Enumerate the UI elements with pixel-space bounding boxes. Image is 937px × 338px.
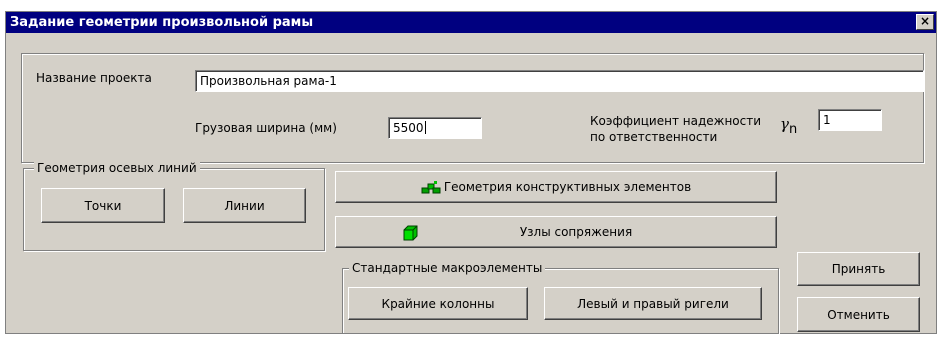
close-icon: × <box>919 14 931 28</box>
geometry-elements-label: Геометрия конструктивных элементов <box>443 180 692 194</box>
project-name-input[interactable]: Произвольная рама-1 <box>195 70 924 92</box>
lines-button[interactable]: Линии <box>183 188 306 223</box>
text-caret <box>424 121 426 134</box>
geometry-elements-button[interactable]: Геометрия конструктивных элементов <box>335 171 777 203</box>
reliability-label-line2: по ответственности <box>590 130 718 144</box>
title-bar: Задание геометрии произвольной рамы × <box>6 12 936 33</box>
close-button[interactable]: × <box>916 14 934 30</box>
accept-button[interactable]: Принять <box>797 252 920 286</box>
macro-group-title: Стандартные макроэлементы <box>349 261 546 275</box>
outer-columns-button[interactable]: Крайние колонны <box>348 287 528 320</box>
reliability-label-line1: Коэффициент надежности <box>590 114 762 128</box>
points-button[interactable]: Точки <box>41 188 165 223</box>
load-width-input[interactable]: 5500 <box>388 117 482 139</box>
nodes-label: Узлы сопряжения <box>519 225 633 239</box>
load-width-value: 5500 <box>393 121 424 135</box>
axes-group-title: Геометрия осевых линий <box>34 161 200 175</box>
load-width-label: Грузовая ширина (мм) <box>195 121 337 135</box>
reliability-input[interactable]: 1 <box>818 109 882 131</box>
nodes-button[interactable]: Узлы сопряжения <box>335 216 777 248</box>
gamma-subscript: n <box>788 122 798 137</box>
gamma-letter: γ <box>780 115 789 133</box>
structure-icon <box>421 180 441 194</box>
cube-icon <box>402 225 418 241</box>
dialog-window: Задание геометрии произвольной рамы × На… <box>5 11 937 334</box>
window-title: Задание геометрии произвольной рамы <box>10 15 314 30</box>
gamma-symbol: γn <box>780 115 797 137</box>
cancel-button[interactable]: Отменить <box>797 297 920 332</box>
project-name-label: Название проекта <box>36 71 152 85</box>
girders-button[interactable]: Левый и правый ригели <box>544 287 762 320</box>
